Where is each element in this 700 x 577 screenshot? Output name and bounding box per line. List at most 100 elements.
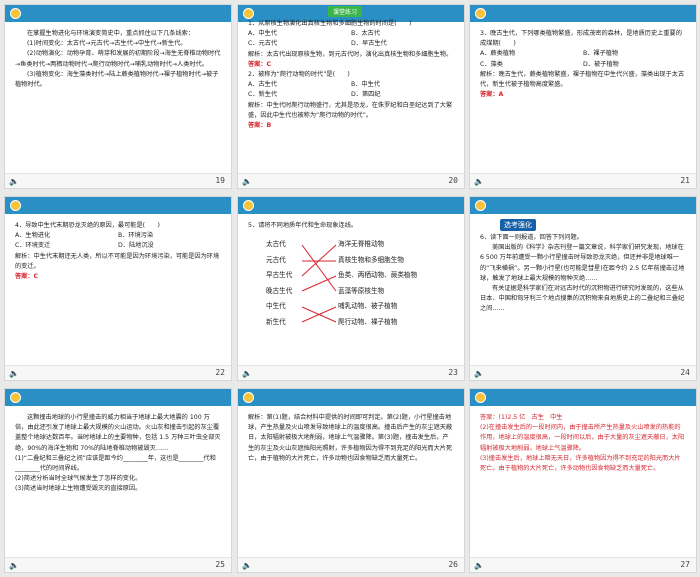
text-line: (2)简述分析当时全球气候发生了怎样的变化。 (15, 475, 142, 483)
speaker-icon[interactable]: 🔈 (474, 369, 484, 378)
era-item: 太古代 (266, 240, 286, 248)
option: A．中生代 (248, 30, 277, 38)
slide-body: 5．请将不同地质年代和生命现象连线。 (248, 221, 454, 231)
question: 4．导致中生代末期恐龙灭绝的原因，最可能是( ) (15, 222, 160, 229)
slide-footer: 🔈 19 (5, 173, 231, 188)
era-item: 中生代 (266, 302, 286, 310)
option: B．中生代 (351, 81, 380, 89)
option: C．藻类 (480, 60, 503, 68)
option: D．被子植物 (583, 60, 619, 68)
slide-20[interactable]: 课堂练习 1．从原核生物演化出真核生物和多细胞生物的时间是( ) A．中生代 B．… (237, 4, 465, 189)
speaker-icon[interactable]: 🔈 (242, 369, 252, 378)
slide-body: 答案：(1)2.5 亿 古生 中生 (2)在撞击发生后的一段时间内，由于撞击所产… (480, 413, 686, 474)
speaker-icon[interactable]: 🔈 (242, 177, 252, 186)
option: A．生物进化 (15, 232, 51, 240)
text-line: (3)植物变化：海生藻类时代→陆上蕨类植物时代→裸子植物时代→被子植物时代。 (15, 70, 219, 89)
slide-header (470, 5, 696, 22)
speaker-icon[interactable]: 🔈 (9, 177, 19, 186)
life-column: 海洋无脊椎动物 真核生物和多细胞生物 鱼类、两栖动物、蕨类植物 蓝藻等原核生物 … (338, 237, 417, 330)
page-number: 26 (448, 560, 458, 569)
option: A．蕨类植物 (480, 50, 516, 58)
slide-footer: 🔈 24 (470, 365, 696, 380)
section-tag: 选考强化 (500, 219, 536, 231)
slide-25[interactable]: 这颗撞击地球的小行星撞击的威力相当于地球上最大地震的 100 万倍，由此还引发了… (4, 388, 232, 573)
slide-body: 1．从原核生物演化出真核生物和多细胞生物的时间是( ) A．中生代 B．太古代 C… (248, 19, 454, 131)
option: C．元古代 (248, 40, 278, 48)
text-line: 美国出版的《科学》杂志刊登一篇文章说，科学家们研究发现，地球在 6 500 万年… (480, 244, 685, 282)
slide-footer: 🔈 27 (470, 557, 696, 572)
slide-header (470, 389, 696, 406)
page-number: 20 (448, 176, 458, 185)
slide-24[interactable]: 选考强化 6．读下面一则报道，回答下列问题。 美国出版的《科学》杂志刊登一篇文章… (469, 196, 697, 381)
sun-icon (475, 392, 486, 403)
sun-icon (10, 8, 21, 19)
speaker-icon[interactable]: 🔈 (242, 561, 252, 570)
option: B．环境污染 (118, 232, 154, 240)
life-item: 真核生物和多细胞生物 (338, 255, 404, 264)
slide-grid: 在掌握生物进化与环境演变简史中，重点抓住以下几条线索： (1)时间变化：太古代→… (0, 0, 700, 577)
slide-26[interactable]: 解析：第(1)题，结合材料中提供的时间即可判定。第(2)题，小行星撞击地球，产生… (237, 388, 465, 573)
text-line: (3)简述当时地球上生物遭受毁灭的直接原因。 (15, 485, 142, 493)
era-item: 晚古生代 (266, 286, 293, 295)
page-number: 22 (215, 368, 225, 377)
slide-body: 4．导致中生代末期恐龙灭绝的原因，最可能是( ) A．生物进化 B．环境污染 C．… (15, 221, 221, 282)
answer: 答案：(1)2.5 亿 古生 中生 (480, 414, 563, 421)
option: D．早古生代 (351, 40, 387, 48)
section-tag: 课堂练习 (328, 6, 363, 17)
life-item: 哺乳动物、被子植物 (338, 302, 398, 310)
question: 1．从原核生物演化出真核生物和多细胞生物的时间是( ) (248, 20, 412, 27)
page-number: 23 (448, 368, 458, 377)
speaker-icon[interactable]: 🔈 (474, 561, 484, 570)
explanation: 解析：太古代出现原核生物，到元古代时，演化出真核生物和多细胞生物。 (248, 50, 453, 58)
explanation: 解析：第(1)题，结合材料中提供的时间即可判定。第(2)题，小行星撞击地球，产生… (248, 414, 453, 462)
option: C．环境变迁 (15, 242, 51, 250)
slide-22[interactable]: 4．导致中生代末期恐龙灭绝的原因，最可能是( ) A．生物进化 B．环境污染 C．… (4, 196, 232, 381)
slide-header (5, 197, 231, 214)
slide-27[interactable]: 答案：(1)2.5 亿 古生 中生 (2)在撞击发生后的一段时间内，由于撞击所产… (469, 388, 697, 573)
slide-21[interactable]: 3．晚古生代，下列哪类植物繁盛，形成茂密的森林，是地质历史上重要的成煤期( ) … (469, 4, 697, 189)
answer: 答案：C (248, 60, 272, 68)
slide-header (238, 197, 464, 214)
sun-icon (243, 392, 254, 403)
page-number: 21 (680, 176, 690, 185)
slide-19[interactable]: 在掌握生物进化与环境演变简史中，重点抓住以下几条线索： (1)时间变化：太古代→… (4, 4, 232, 189)
era-item: 新生代 (266, 317, 286, 326)
slide-body: 6．读下面一则报道，回答下列问题。 美国出版的《科学》杂志刊登一篇文章说，科学家… (480, 233, 686, 315)
text-line: 有关证据是科学家们在对远古时代的沉积物进行研究时发现的，这些从日本、中国和匈牙利… (480, 285, 685, 313)
page-number: 27 (680, 560, 690, 569)
page-number: 25 (215, 560, 225, 569)
text-line: 6．读下面一则报道，回答下列问题。 (480, 234, 583, 241)
option: A．古生代 (248, 81, 277, 89)
answer: 答案：A (480, 91, 504, 99)
question: 2．被称为“爬行动物的时代”是( ) (248, 71, 350, 79)
life-item: 鱼类、两栖动物、蕨类植物 (338, 271, 418, 279)
option: D．第四纪 (351, 91, 381, 99)
option: B．太古代 (351, 30, 380, 38)
explanation: 解析：中生代末期还无人类，所以不可能是因为环境污染，可能是因为环境的变迁。 (15, 252, 220, 270)
slide-footer: 🔈 21 (470, 173, 696, 188)
slide-footer: 🔈 20 (238, 173, 464, 188)
life-item: 海洋无脊椎动物 (338, 240, 385, 248)
era-item: 元古代 (266, 255, 286, 264)
era-item: 早古生代 (266, 271, 293, 279)
era-column: 太古代 元古代 早古生代 晚古生代 中生代 新生代 (266, 237, 292, 330)
speaker-icon[interactable]: 🔈 (9, 561, 19, 570)
speaker-icon[interactable]: 🔈 (474, 177, 484, 186)
sun-icon (475, 200, 486, 211)
answer: 答案：B (248, 122, 272, 130)
option: C．新生代 (248, 91, 278, 99)
life-item: 蓝藻等原核生物 (338, 286, 385, 295)
explanation: 解析：中生代时爬行动物盛行，尤其是恐龙，在侏罗纪和白垩纪达到了大繁盛，因此中生代… (248, 101, 453, 119)
slide-header (470, 197, 696, 214)
page-number: 24 (680, 368, 690, 377)
sun-icon (243, 200, 254, 211)
speaker-icon[interactable]: 🔈 (9, 369, 19, 378)
slide-body: 在掌握生物进化与环境演变简史中，重点抓住以下几条线索： (1)时间变化：太古代→… (15, 29, 221, 90)
question: 3．晚古生代，下列哪类植物繁盛，形成茂密的森林，是地质历史上重要的成煤期( ) (480, 30, 682, 48)
text-line: (1)“二叠纪和三叠纪之间”应该是距今约________年，这也是_______… (15, 454, 216, 473)
slide-footer: 🔈 25 (5, 557, 231, 572)
slide-footer: 🔈 22 (5, 365, 231, 380)
slide-body: 解析：第(1)题，结合材料中提供的时间即可判定。第(2)题，小行星撞击地球，产生… (248, 413, 454, 464)
match-line (301, 244, 337, 292)
slide-23[interactable]: 5．请将不同地质年代和生命现象连线。 太古代 元古代 早古生代 晚古生代 中生代 (237, 196, 465, 381)
